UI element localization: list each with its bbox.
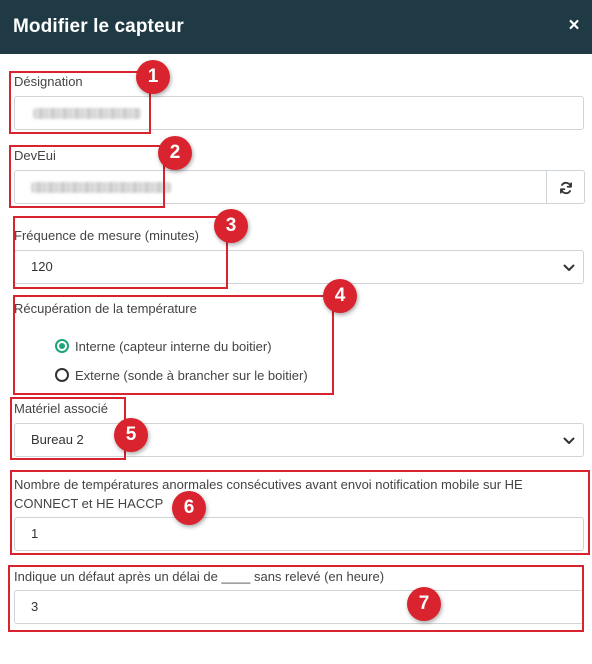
modal-header: Modifier le capteur × (0, 0, 592, 54)
annotation-badge-6: 6 (172, 491, 206, 525)
annotation-badge-7: 7 (407, 587, 441, 621)
close-icon[interactable]: × (564, 15, 584, 37)
annotation-badge-5: 5 (114, 418, 148, 452)
annotation-box-3 (13, 216, 228, 289)
annotation-box-5 (10, 397, 126, 460)
annotation-box-4 (13, 295, 334, 395)
refresh-deveui-button[interactable] (547, 170, 585, 204)
annotation-box-7 (8, 565, 584, 632)
annotation-box-6 (10, 470, 590, 555)
chevron-down-icon (563, 437, 575, 444)
refresh-icon (560, 181, 572, 195)
annotation-badge-1: 1 (136, 60, 170, 94)
annotation-badge-2: 2 (158, 136, 192, 170)
chevron-down-icon (563, 264, 575, 271)
annotation-box-2 (9, 145, 165, 208)
annotation-badge-3: 3 (214, 209, 248, 243)
annotation-box-1 (9, 71, 151, 134)
annotation-badge-4: 4 (323, 279, 357, 313)
modal-title: Modifier le capteur (13, 16, 184, 37)
